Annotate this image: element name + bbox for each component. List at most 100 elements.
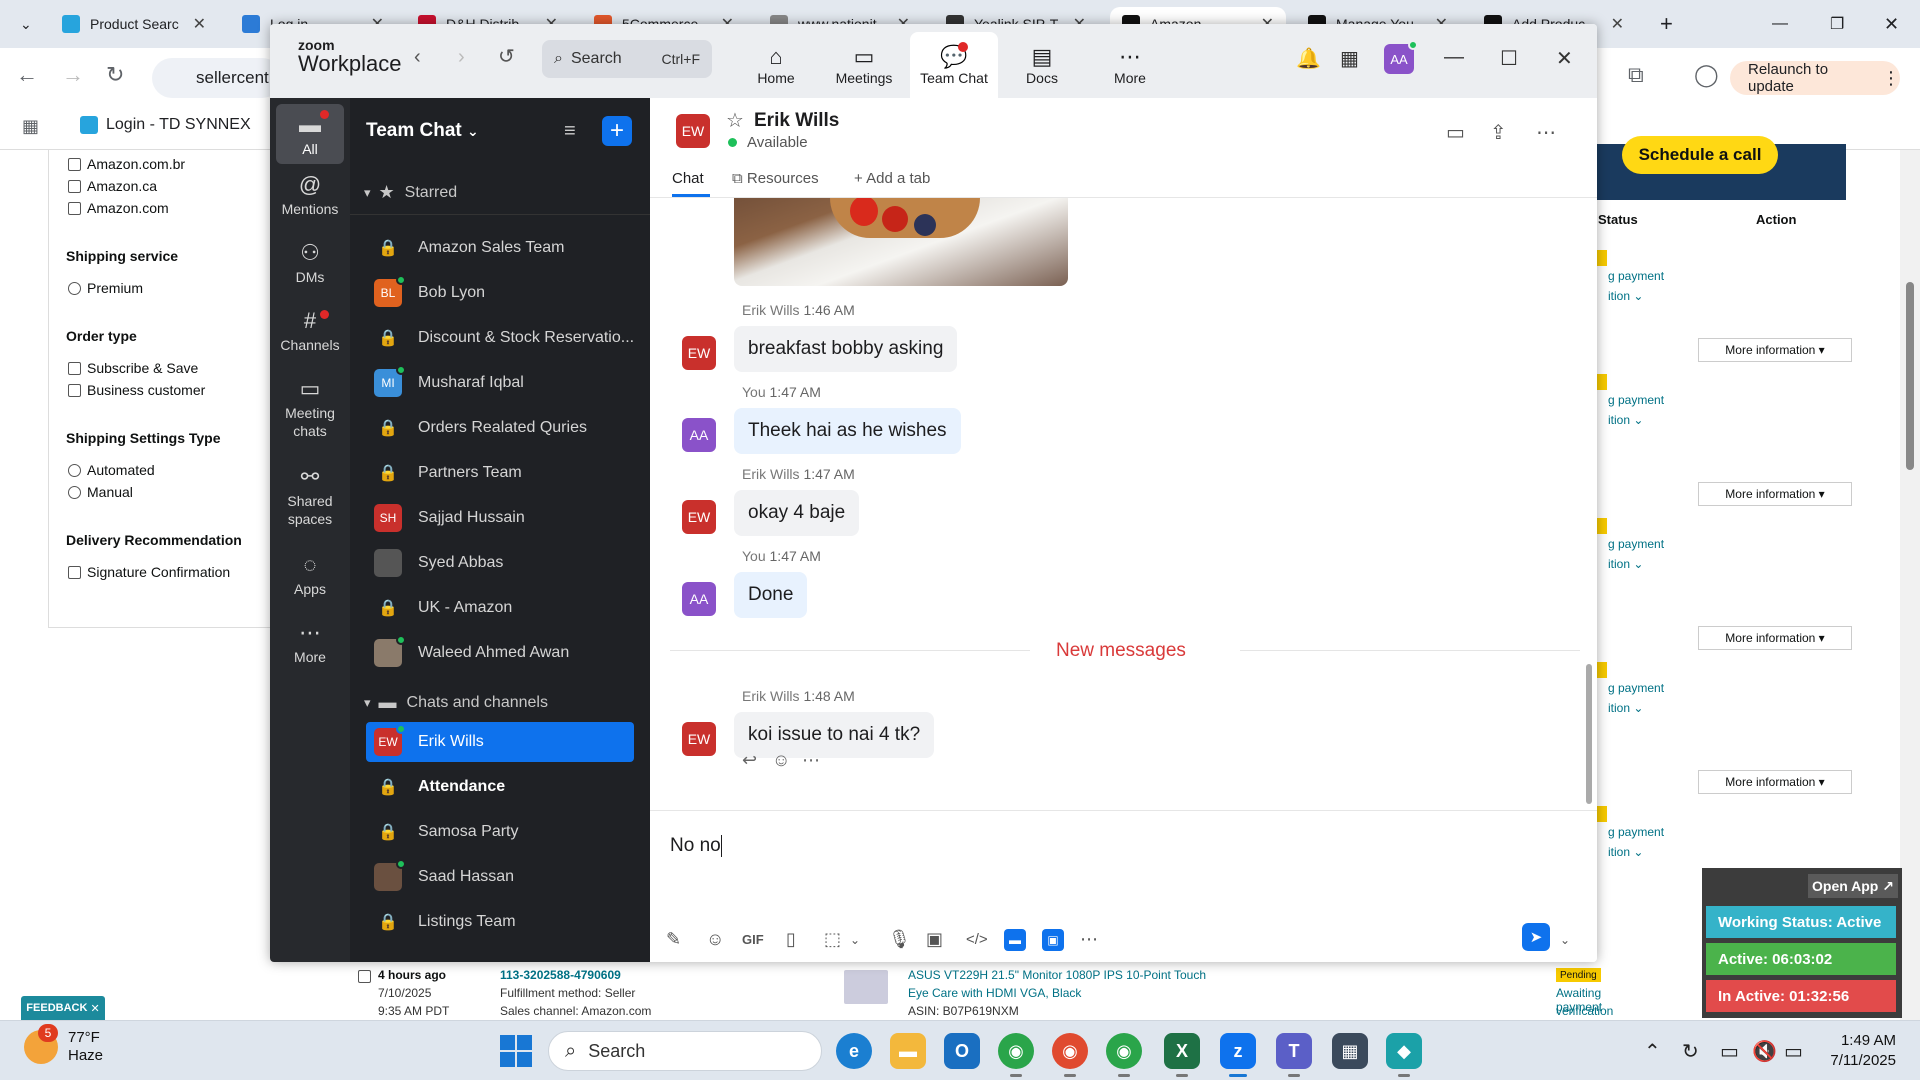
emoji-icon[interactable]: ☺ (706, 929, 724, 950)
team-chat-dropdown[interactable]: Team Chat ⌄ (366, 120, 479, 142)
chevron-down-icon[interactable]: ⌄ (1633, 701, 1643, 715)
nav-home[interactable]: ⌂ Home (732, 32, 820, 98)
maximize-icon[interactable]: ☐ (1500, 46, 1518, 71)
restore-icon[interactable]: ❐ (1818, 7, 1852, 41)
product-title-link[interactable]: ASUS VT229H 21.5" Monitor 1080P IPS 10-P… (908, 968, 1206, 982)
tab-search-button[interactable]: ⌄ (8, 7, 42, 41)
relaunch-button[interactable]: Relaunch to update ⋮ (1730, 61, 1900, 95)
video-icon[interactable]: ▭ (1446, 120, 1465, 145)
filter-marketplace-0[interactable]: Amazon.com.br (68, 156, 185, 172)
rail-shared-spaces[interactable]: ⚯ Shared spaces (276, 462, 344, 528)
list-item[interactable]: BL Bob Lyon (366, 273, 634, 313)
tab-add[interactable]: + Add a tab (854, 170, 930, 187)
section-chats-channels[interactable]: ▾ ▬ Chats and channels (364, 692, 548, 713)
sync-icon[interactable]: ↻ (1682, 1039, 1699, 1064)
list-item[interactable]: Waleed Ahmed Awan (366, 633, 634, 673)
checkbox[interactable] (68, 179, 81, 193)
calculator-icon[interactable]: ▦ (1332, 1033, 1368, 1069)
filter-settings-manual[interactable]: Manual (68, 484, 133, 500)
gif-icon[interactable]: GIF (742, 932, 764, 947)
checkbox[interactable] (68, 157, 81, 171)
zoom-search[interactable]: ⌕ Search Ctrl+F (542, 40, 712, 78)
send-button[interactable]: ➤ (1522, 923, 1550, 951)
shared-image[interactable] (734, 198, 1068, 286)
bookmark-td-synnex[interactable]: Login - TD SYNNEX (80, 116, 251, 134)
emoji-reaction-icon[interactable]: ☺ (772, 750, 790, 771)
taskbar-search[interactable]: ⌕ Search (548, 1031, 822, 1071)
more-actions-icon[interactable]: ⋯ (802, 750, 820, 771)
rail-meeting-chats[interactable]: ▭ Meeting chats (276, 374, 344, 440)
system-clock[interactable]: 1:49 AM 7/11/2025 (1820, 1031, 1896, 1071)
message-input[interactable]: No no (670, 835, 722, 857)
checkbox[interactable] (68, 361, 81, 375)
radio[interactable] (68, 281, 81, 295)
close-icon[interactable]: ✕ (1556, 46, 1573, 71)
more-icon[interactable]: ⋯ (1080, 929, 1098, 950)
nav-docs[interactable]: ▤ Docs (998, 32, 1086, 98)
checkbox[interactable] (68, 565, 81, 579)
chevron-down-icon[interactable]: ⌄ (1560, 933, 1570, 947)
calendar-icon[interactable]: ▦ (1340, 46, 1359, 71)
app-icon[interactable]: ◆ (1386, 1033, 1422, 1077)
rail-all[interactable]: ▬ All (276, 104, 344, 164)
back-icon[interactable]: ← (16, 62, 38, 88)
list-item[interactable]: 🔒 Discount & Stock Reservatio... (366, 318, 634, 358)
avatar[interactable]: EW (682, 500, 716, 534)
rail-mentions[interactable]: @ Mentions (276, 170, 344, 218)
filter-shipping-premium[interactable]: Premium (68, 280, 143, 296)
address-bar[interactable]: sellercent (152, 58, 282, 98)
contact-name[interactable]: Erik Wills (754, 110, 839, 132)
order-id-link[interactable]: 113-3202588-4790609 (500, 968, 621, 982)
avatar[interactable]: EW (682, 336, 716, 370)
feedback-button[interactable]: FEEDBACK ✕ (21, 996, 105, 1020)
avatar[interactable]: AA (682, 418, 716, 452)
radio[interactable] (68, 485, 81, 499)
screenshot-icon[interactable]: ⬚ (824, 929, 841, 950)
code-icon[interactable]: </> (966, 931, 988, 948)
chrome-icon[interactable]: ◉ (1052, 1033, 1088, 1077)
history-icon[interactable]: ↺ (498, 44, 515, 69)
close-icon[interactable]: ✕ (1603, 14, 1624, 34)
feed-scrollbar[interactable] (1586, 664, 1592, 804)
list-item[interactable]: SH Sajjad Hussain (366, 498, 634, 538)
profile-icon[interactable]: ◯ (1694, 62, 1719, 88)
list-item[interactable]: 🔒 Samosa Party (366, 812, 634, 852)
browser-tab-0[interactable]: Product Searc ✕ (50, 7, 218, 41)
filter-settings-automated[interactable]: Automated (68, 462, 155, 478)
checkbox[interactable] (68, 383, 81, 397)
chevron-down-icon[interactable]: ⌄ (1633, 413, 1643, 427)
nav-team-chat[interactable]: 💬 Team Chat (910, 32, 998, 98)
close-window-icon[interactable]: ✕ (1872, 7, 1906, 41)
radio[interactable] (68, 463, 81, 477)
filter-order-type-1[interactable]: Business customer (68, 382, 205, 398)
excel-icon[interactable]: X (1164, 1033, 1200, 1077)
message-bubble[interactable]: Done (734, 572, 808, 618)
list-item[interactable]: MI Musharaf Iqbal (366, 363, 634, 403)
file-explorer-icon[interactable]: ▬ (890, 1033, 926, 1069)
page-scrollbar-thumb[interactable] (1906, 282, 1914, 470)
new-chat-button[interactable]: + (602, 116, 632, 146)
outlook-icon[interactable]: O (944, 1033, 980, 1069)
more-information-button[interactable]: More information ▾ (1698, 338, 1852, 362)
edge-icon[interactable]: e (836, 1033, 872, 1069)
rail-more[interactable]: ⋯ More (276, 618, 344, 666)
weather-widget[interactable]: 5 77°F Haze (24, 1024, 103, 1065)
avatar[interactable]: EW (682, 722, 716, 756)
volume-muted-icon[interactable]: 🔇 (1752, 1039, 1777, 1064)
product-title-link[interactable]: Eye Care with HDMI VGA, Black (908, 986, 1081, 1000)
more-information-button[interactable]: More information ▾ (1698, 482, 1852, 506)
battery-icon[interactable]: ▭ (1784, 1039, 1803, 1064)
tab-resources[interactable]: ⧉ Resources (732, 170, 819, 187)
app-icon[interactable]: ▣ (1042, 929, 1064, 951)
more-information-button[interactable]: More information ▾ (1698, 770, 1852, 794)
video-message-icon[interactable]: ▣ (926, 929, 943, 950)
network-icon[interactable]: ▭ (1720, 1039, 1739, 1064)
chevron-down-icon[interactable]: ⌄ (1633, 845, 1643, 859)
filter-marketplace-1[interactable]: Amazon.ca (68, 178, 157, 194)
minimize-icon[interactable]: — (1444, 46, 1464, 69)
reload-icon[interactable]: ↻ (106, 62, 124, 88)
teams-icon[interactable]: T (1276, 1033, 1312, 1077)
section-starred[interactable]: ▾ ★ Starred (364, 182, 457, 203)
reply-icon[interactable]: ↩ (742, 750, 757, 771)
checkbox[interactable] (68, 201, 81, 215)
